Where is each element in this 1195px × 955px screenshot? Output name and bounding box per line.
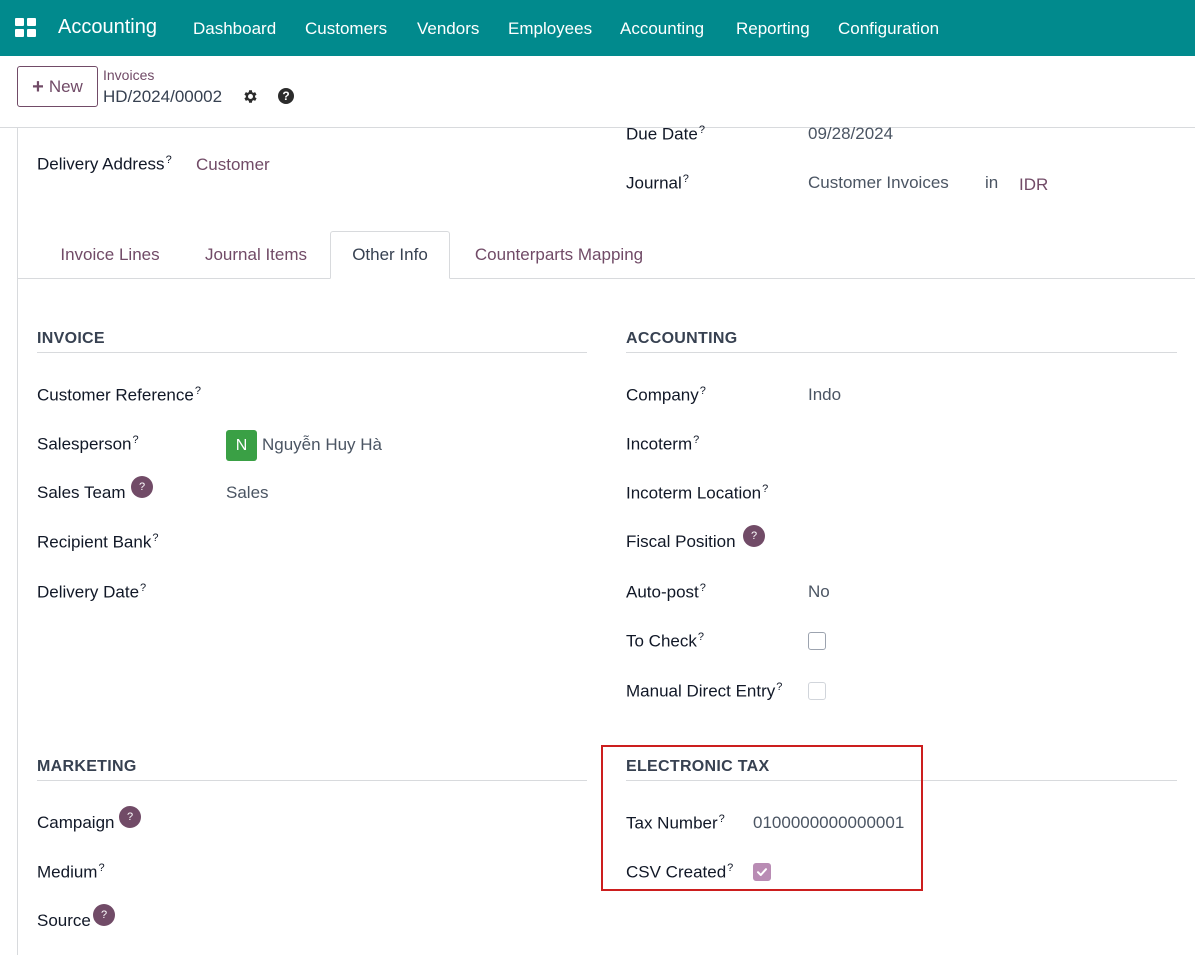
menu-configuration[interactable]: Configuration [838,19,939,39]
menu-accounting[interactable]: Accounting [620,19,704,39]
source-label: Source [37,911,91,930]
menu-customers[interactable]: Customers [305,19,387,39]
auto-post-value[interactable]: No [808,582,830,602]
accounting-section-divider [626,352,1177,353]
medium-label: Medium? [37,862,105,882]
record-name: HD/2024/00002 [103,87,223,106]
menu-reporting[interactable]: Reporting [736,19,810,39]
accounting-section-title: ACCOUNTING [626,330,738,347]
plus-icon: + [32,75,44,98]
tab-journal-items[interactable]: Journal Items [182,231,330,279]
help-question-icon[interactable]: ? [278,88,294,104]
invoice-section-divider [37,352,587,353]
delivery-address-label: Delivery Address? [37,154,172,174]
sales-team-help-icon[interactable]: ? [131,476,153,498]
delivery-date-label: Delivery Date? [37,582,147,602]
new-button-label: New [48,76,83,96]
gear-icon[interactable] [242,88,259,105]
marketing-section-title: MARKETING [37,758,137,775]
to-check-checkbox[interactable] [808,632,826,650]
tab-counterparts-mapping[interactable]: Counterparts Mapping [452,231,666,279]
electronic-tax-highlight-box [601,745,923,891]
incoterm-location-label: Incoterm Location? [626,483,769,503]
menu-employees[interactable]: Employees [508,19,592,39]
journal-currency[interactable]: IDR [1019,175,1048,195]
control-panel: + New Invoices HD/2024/00002 [0,56,1195,128]
manual-direct-entry-label: Manual Direct Entry? [626,681,783,701]
due-date-label: Due Date? [626,124,705,144]
new-button[interactable]: + New [17,66,98,107]
manual-direct-entry-checkbox[interactable] [808,682,826,700]
source-help-icon[interactable]: ? [93,904,115,926]
due-date-value[interactable]: 09/28/2024 [808,124,893,144]
campaign-label: Campaign [37,813,115,832]
delivery-address-value[interactable]: Customer [196,155,270,175]
journal-label: Journal? [626,173,689,193]
app-switcher-icon[interactable] [15,18,36,37]
recipient-bank-label: Recipient Bank? [37,532,159,552]
menu-vendors[interactable]: Vendors [417,19,479,39]
breadcrumb-invoices[interactable]: Invoices [103,67,154,83]
tab-invoice-lines[interactable]: Invoice Lines [40,231,180,279]
auto-post-label: Auto-post? [626,582,706,602]
salesperson-label: Salesperson? [37,434,139,454]
incoterm-label: Incoterm? [626,434,700,454]
menu-dashboard[interactable]: Dashboard [193,19,276,39]
sales-team-label: Sales Team [37,483,126,502]
campaign-help-icon[interactable]: ? [119,806,141,828]
journal-value[interactable]: Customer Invoices [808,173,949,193]
app-name[interactable]: Accounting [58,16,157,39]
tab-other-info[interactable]: Other Info [330,231,450,279]
company-value[interactable]: Indo [808,385,841,405]
salesperson-value[interactable]: Nguyễn Huy Hà [262,435,382,455]
invoice-section-title: INVOICE [37,330,105,347]
fiscal-position-help-icon[interactable]: ? [743,525,765,547]
fiscal-position-label: Fiscal Position [626,532,736,551]
salesperson-avatar: N [226,430,257,461]
to-check-label: To Check? [626,631,704,651]
customer-reference-label: Customer Reference? [37,385,201,405]
sheet-border [17,128,18,955]
top-navbar: Accounting Dashboard Customers Vendors E… [0,0,1195,56]
company-label: Company? [626,385,706,405]
journal-in-text: in [985,173,999,192]
sales-team-value[interactable]: Sales [226,483,269,503]
marketing-section-divider [37,780,587,781]
